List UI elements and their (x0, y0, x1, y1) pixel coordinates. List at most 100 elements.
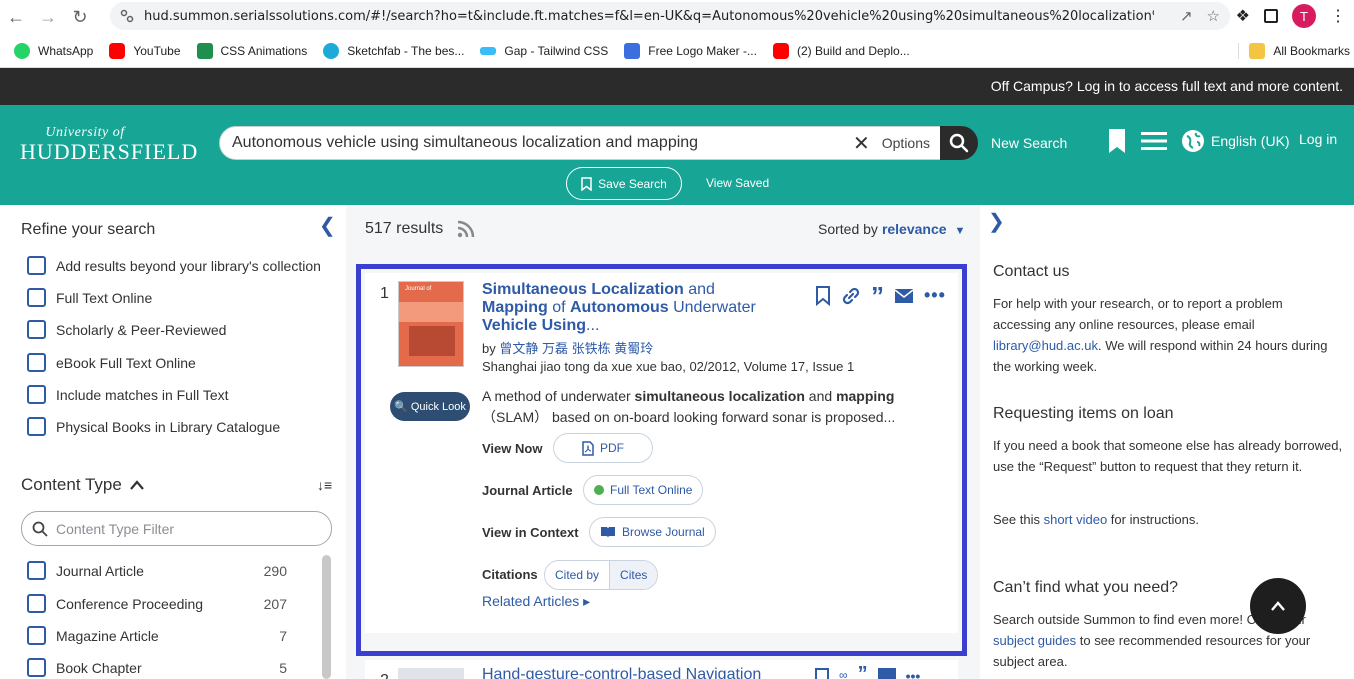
search-options-button[interactable]: Options (882, 135, 930, 151)
related-articles-link[interactable]: Related Articles ▸ (482, 593, 590, 610)
view-saved-link[interactable]: View Saved (706, 176, 769, 190)
result-number: 1 (380, 285, 389, 302)
all-bookmarks[interactable]: All Bookmarks (1238, 43, 1350, 59)
more-options-icon[interactable]: ••• (924, 285, 946, 306)
clear-icon[interactable]: ✕ (853, 131, 870, 156)
pdf-button[interactable]: PDF (553, 433, 653, 463)
results-header: 517 results (365, 220, 475, 238)
offcampus-banner[interactable]: Off Campus? Log in to access full text a… (0, 68, 1354, 105)
bookmark-css-animations[interactable]: CSS Animations (196, 42, 307, 59)
browse-journal-button[interactable]: Browse Journal (589, 517, 716, 547)
content-type-journal-article[interactable]: Journal Article 290 (27, 561, 287, 580)
bookmark-logo-maker[interactable]: Free Logo Maker -... (624, 42, 757, 59)
content-type-book-chapter[interactable]: Book Chapter 5 (27, 658, 287, 677)
sort-dropdown[interactable]: Sorted by relevance ▼ (818, 221, 965, 237)
checkbox[interactable] (27, 385, 46, 404)
checkbox[interactable] (27, 561, 46, 580)
content-type-magazine[interactable]: Magazine Article 7 (27, 626, 287, 645)
logo-maker-icon (624, 42, 641, 59)
search-button[interactable] (940, 126, 978, 160)
bookmark-tailwind[interactable]: Gap - Tailwind CSS (480, 44, 608, 58)
checkbox[interactable] (27, 417, 46, 436)
full-text-label: Full Text Online (610, 483, 693, 497)
content-type-conference[interactable]: Conference Proceeding 207 (27, 594, 287, 613)
saved-items-icon[interactable] (1107, 128, 1127, 154)
hamburger-menu-icon[interactable] (1141, 131, 1167, 151)
cite-icon[interactable]: ” (871, 283, 884, 309)
checkbox[interactable] (27, 594, 46, 613)
available-dot-icon (594, 485, 604, 495)
filter-ebook[interactable]: eBook Full Text Online (27, 353, 196, 372)
result-number-2: 2 (380, 672, 389, 679)
bookmark-star-icon[interactable]: ☆ (1207, 7, 1220, 25)
short-video-link[interactable]: short video (1044, 512, 1108, 527)
content-type-filter-input[interactable]: Content Type Filter (21, 511, 332, 546)
side-panel-icon[interactable] (1264, 9, 1278, 23)
checkbox[interactable] (27, 658, 46, 677)
bookmark-whatsapp[interactable]: WhatsApp (14, 42, 93, 59)
filter-full-text-online[interactable]: Full Text Online (27, 288, 152, 307)
chevron-right-icon[interactable]: ❯ (988, 209, 1005, 234)
sort-facet-icon[interactable]: ↓≡ (317, 477, 332, 493)
collapse-sidebar-icon[interactable]: ❮ (319, 213, 336, 238)
email-icon[interactable] (894, 288, 914, 304)
filter-physical-books[interactable]: Physical Books in Library Catalogue (27, 417, 280, 436)
quick-look-button[interactable]: 🔍 Quick Look (390, 392, 470, 421)
result-authors: by 曾文静 万磊 张铁栋 黄蜀玲 (482, 341, 654, 356)
bookmark-icon[interactable] (815, 285, 831, 306)
checkbox[interactable] (27, 626, 46, 645)
result-2-title[interactable]: Hand-gesture-control-based Navigation (482, 666, 761, 679)
back-icon[interactable]: ← (0, 2, 32, 32)
youtube-icon (109, 42, 126, 59)
university-logo[interactable]: University of HUDDERSFIELD (20, 125, 198, 165)
cites-button[interactable]: Cites (609, 561, 658, 589)
content-type-toggle[interactable]: Content Type (21, 475, 144, 495)
search-icon (32, 521, 48, 537)
bookmark-youtube[interactable]: YouTube (109, 42, 181, 59)
link-icon[interactable] (841, 286, 861, 306)
logo-line2: HUDDERSFIELD (20, 139, 199, 164)
loan-title: Requesting items on loan (993, 405, 1174, 422)
link-icon[interactable]: ∞ (839, 668, 848, 679)
globe-icon (1182, 130, 1204, 152)
full-text-online-button[interactable]: Full Text Online (583, 475, 704, 505)
cited-by-button[interactable]: Cited by (545, 561, 609, 589)
save-search-button[interactable]: Save Search (566, 167, 682, 200)
subject-guides-link[interactable]: subject guides (993, 633, 1076, 648)
checkbox[interactable] (27, 256, 46, 275)
facet-scrollbar[interactable] (322, 555, 331, 679)
search-input[interactable]: Autonomous vehicle using simultaneous lo… (219, 126, 941, 160)
email-icon[interactable] (877, 668, 896, 679)
author-links[interactable]: 曾文静 万磊 张铁栋 黄蜀玲 (499, 341, 653, 356)
share-icon[interactable]: ↗ (1180, 7, 1193, 25)
cite-icon[interactable]: ” (858, 664, 868, 679)
reload-icon[interactable]: ↻ (64, 2, 96, 32)
result-title[interactable]: Simultaneous Localization and Mapping of… (482, 281, 792, 335)
more-options-icon[interactable]: ••• (906, 668, 921, 679)
address-bar[interactable]: hud.summon.serialssolutions.com/#!/searc… (110, 2, 1230, 30)
site-info-icon[interactable] (120, 9, 134, 23)
back-to-top-button[interactable] (1250, 578, 1306, 634)
filter-full-text-matches[interactable]: Include matches in Full Text (27, 385, 229, 404)
result-2-thumbnail[interactable] (398, 668, 464, 679)
journal-cover-thumbnail[interactable]: Journal of (398, 281, 464, 367)
extensions-icon[interactable]: ❖ (1236, 6, 1250, 26)
bookmark-build-deploy[interactable]: (2) Build and Deplo... (772, 42, 910, 59)
bookmark-icon[interactable] (815, 668, 829, 679)
contact-email-link[interactable]: library@hud.ac.uk (993, 338, 1098, 353)
checkbox[interactable] (27, 288, 46, 307)
login-link[interactable]: Log in (1299, 131, 1337, 147)
filter-scholarly[interactable]: Scholarly & Peer-Reviewed (27, 320, 226, 339)
facet-count: 207 (263, 595, 287, 612)
bookmark-sketchfab[interactable]: Sketchfab - The bes... (323, 42, 464, 59)
rss-icon[interactable] (457, 220, 475, 238)
checkbox[interactable] (27, 353, 46, 372)
checkbox[interactable] (27, 320, 46, 339)
new-search-link[interactable]: New Search (991, 135, 1067, 151)
language-selector[interactable]: English (UK) (1181, 129, 1290, 153)
filter-beyond-collection[interactable]: Add results beyond your library's collec… (27, 256, 321, 275)
profile-avatar[interactable]: T (1292, 4, 1316, 28)
forward-icon[interactable]: → (32, 2, 64, 32)
quick-look-label: Quick Look (410, 400, 466, 413)
menu-icon[interactable]: ⋮ (1330, 6, 1346, 26)
